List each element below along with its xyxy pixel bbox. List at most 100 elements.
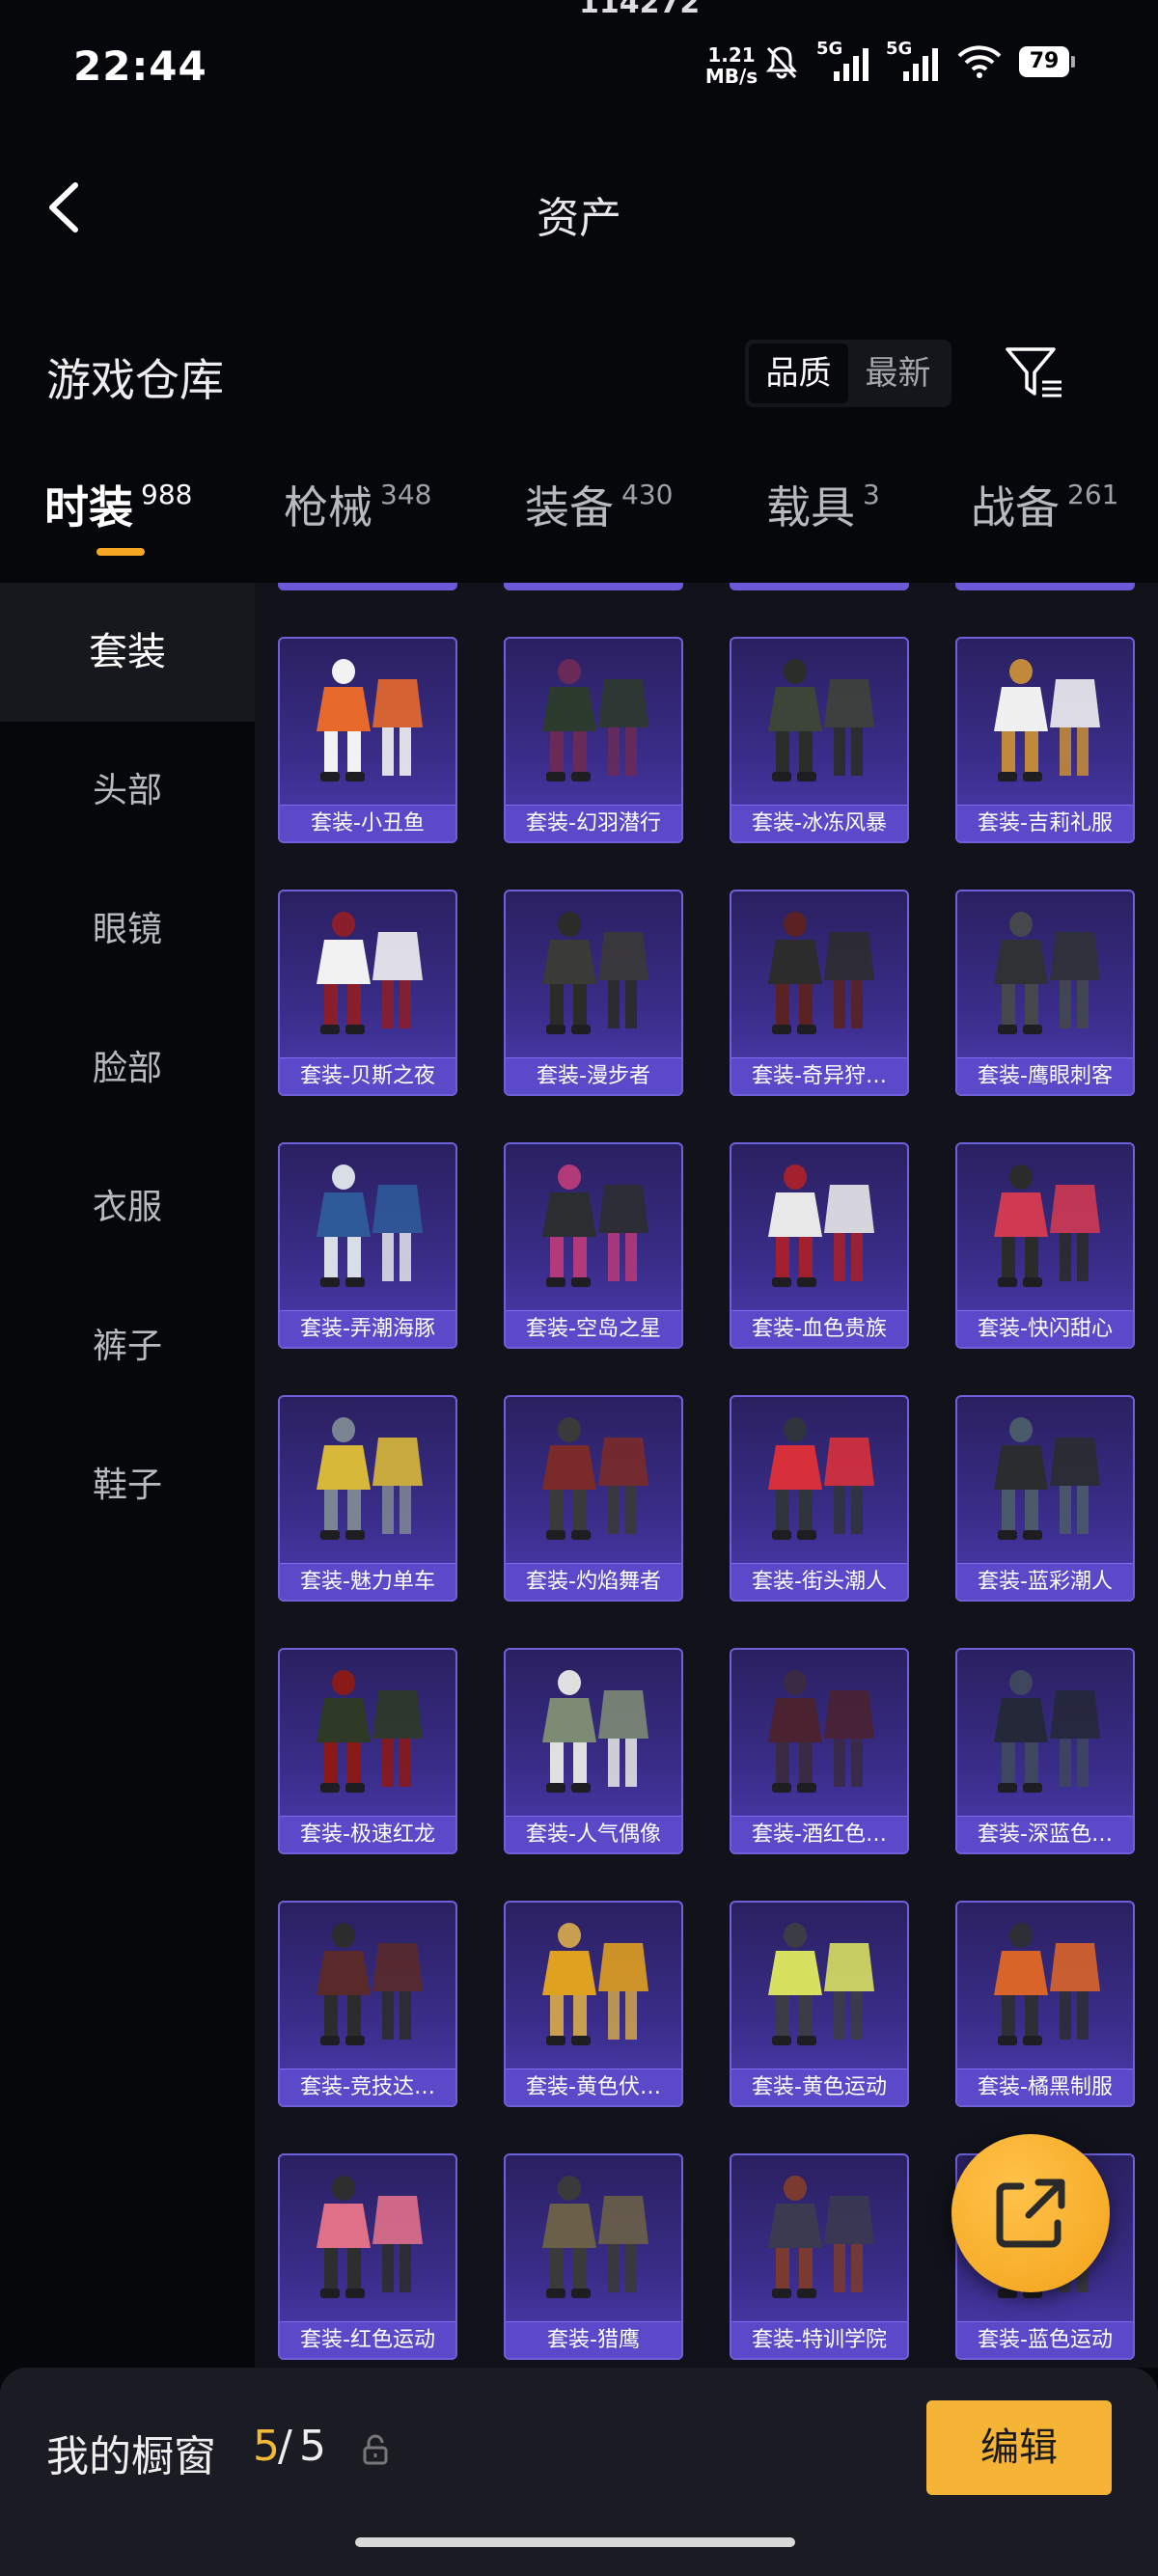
outfit-card[interactable]: 套装-血色贵族: [730, 1142, 909, 1349]
tab-vehicles[interactable]: 载具 3: [766, 473, 880, 536]
outfit-thumbnail: [542, 1923, 648, 2045]
tab-fashion[interactable]: 时装 988: [44, 473, 192, 536]
outfit-card[interactable]: 套装-深蓝色…: [955, 1648, 1135, 1854]
tab-weapons[interactable]: 枪械 348: [284, 473, 431, 536]
outfit-card[interactable]: 套装-极速红龙: [278, 1648, 457, 1854]
outfit-card[interactable]: 套装-黄色运动: [730, 1901, 909, 2107]
outfit-name: 套装-红色运动: [280, 2321, 455, 2358]
sidebar-item-pants[interactable]: 裤子: [0, 1277, 255, 1416]
outfit-card[interactable]: 套装-鹰眼刺客: [955, 890, 1135, 1096]
outfit-name: 套装-贝斯之夜: [280, 1057, 455, 1094]
outfit-card[interactable]: 套装-小丑鱼: [278, 637, 457, 843]
outfit-card[interactable]: 套装-贝斯之夜: [278, 890, 457, 1096]
outfit-thumbnail: [994, 1165, 1100, 1287]
outfit-thumbnail: [542, 659, 648, 781]
outfit-thumbnail: [542, 912, 648, 1034]
outfit-thumbnail: [317, 2176, 423, 2298]
tab-count: 348: [380, 479, 432, 510]
outfit-card[interactable]: 套装-快闪甜心: [955, 1142, 1135, 1349]
outfit-name: 套装-血色贵族: [731, 1310, 907, 1347]
tab-label: 载具: [766, 481, 855, 534]
outfit-card[interactable]: 套装-特训学院: [730, 2153, 909, 2360]
lock-icon: [363, 2434, 388, 2465]
outfit-card[interactable]: 套装-猎鹰: [504, 2153, 683, 2360]
tab-supplies[interactable]: 战备 261: [971, 473, 1118, 536]
section-title: 游戏仓库: [46, 354, 224, 406]
outfit-card[interactable]: 套装-奇异狩…: [730, 890, 909, 1096]
outfit-thumbnail: [317, 659, 423, 781]
outfit-name: 套装-冰冻风暴: [731, 805, 907, 841]
tab-label: 战备: [971, 481, 1060, 534]
outfit-thumbnail: [542, 1417, 648, 1540]
outfit-name: 套装-漫步者: [506, 1057, 681, 1094]
sidebar-item-face[interactable]: 脸部: [0, 1000, 255, 1138]
outfit-thumbnail: [317, 1670, 423, 1793]
edit-button[interactable]: 编辑: [926, 2400, 1112, 2495]
sidebar-item-suit[interactable]: 套装: [0, 583, 255, 722]
outfit-thumbnail: [768, 1670, 874, 1793]
outfit-card[interactable]: 套装-灼焰舞者: [504, 1395, 683, 1602]
outfit-card[interactable]: 套装-吉莉礼服: [955, 637, 1135, 843]
outfit-thumbnail: [994, 1417, 1100, 1540]
sidebar-item-shoes[interactable]: 鞋子: [0, 1416, 255, 1555]
outfit-thumbnail: [768, 659, 874, 781]
sidebar-item-head[interactable]: 头部: [0, 722, 255, 861]
filter-icon[interactable]: [1004, 343, 1065, 401]
showcase-total-count: 5: [299, 2422, 326, 2471]
showcase-separator: /: [278, 2422, 292, 2471]
outfit-thumbnail: [768, 1923, 874, 2045]
outfit-thumbnail: [768, 1165, 874, 1287]
home-indicator[interactable]: [355, 2537, 795, 2547]
outfit-name: 套装-酒红色…: [731, 1816, 907, 1852]
tab-equipment[interactable]: 装备 430: [525, 473, 673, 536]
outfit-thumbnail: [542, 2176, 648, 2298]
sort-option-newest[interactable]: 最新: [848, 343, 948, 403]
outfit-card[interactable]: 套装-冰冻风暴: [730, 637, 909, 843]
status-bar: 114272 22:44 1.21 MB/s 5G 5G 79: [0, 0, 1158, 135]
outfit-card[interactable]: 套装-幻羽潜行: [504, 637, 683, 843]
showcase-label: 我的橱窗: [46, 2432, 216, 2481]
outfit-name: 套装-蓝色运动: [957, 2321, 1133, 2358]
outfit-name: 套装-黄色伏…: [506, 2069, 681, 2105]
tab-count: 3: [863, 479, 880, 510]
tab-label: 时装: [44, 481, 133, 534]
outfit-card[interactable]: 套装-空岛之星: [504, 1142, 683, 1349]
outfit-thumbnail: [994, 1923, 1100, 2045]
sub-category-sidebar: 套装 头部 眼镜 脸部 衣服 裤子 鞋子: [0, 583, 255, 2368]
showcase-bar: 我的橱窗 5 / 5 编辑: [0, 2368, 1158, 2576]
mute-icon: [765, 46, 798, 79]
sort-option-quality[interactable]: 品质: [749, 343, 848, 403]
outfit-thumbnail: [317, 1417, 423, 1540]
wifi-icon: [957, 45, 1002, 78]
outfit-card[interactable]: 套装-弄潮海豚: [278, 1142, 457, 1349]
outfit-card[interactable]: 套装-魅力单车: [278, 1395, 457, 1602]
outfit-card[interactable]: 套装-红色运动: [278, 2153, 457, 2360]
outfit-card[interactable]: 套装-漫步者: [504, 890, 683, 1096]
previous-row-card-edge: [955, 583, 1135, 590]
outfit-name: 套装-灼焰舞者: [506, 1563, 681, 1600]
outfit-name: 套装-魅力单车: [280, 1563, 455, 1600]
sidebar-item-clothes[interactable]: 衣服: [0, 1138, 255, 1277]
outfit-card[interactable]: 套装-竞技达…: [278, 1901, 457, 2107]
outfit-card[interactable]: 套装-人气偶像: [504, 1648, 683, 1854]
outfit-thumbnail: [542, 1165, 648, 1287]
sort-toggle: 品质 最新: [745, 340, 951, 407]
outfit-card[interactable]: 套装-橘黑制服: [955, 1901, 1135, 2107]
outfit-name: 套装-街头潮人: [731, 1563, 907, 1600]
outfit-thumbnail: [317, 1923, 423, 2045]
outfit-card[interactable]: 套装-酒红色…: [730, 1648, 909, 1854]
outfit-name: 套装-特训学院: [731, 2321, 907, 2358]
outfit-thumbnail: [317, 1165, 423, 1287]
share-button[interactable]: [951, 2134, 1110, 2292]
outfit-name: 套装-猎鹰: [506, 2321, 681, 2358]
outfit-thumbnail: [994, 912, 1100, 1034]
signal-icon-sim1: 5G: [816, 39, 870, 81]
tab-count: 988: [141, 479, 193, 510]
outfit-card[interactable]: 套装-街头潮人: [730, 1395, 909, 1602]
tab-count: 430: [621, 479, 674, 510]
sidebar-item-glasses[interactable]: 眼镜: [0, 861, 255, 1000]
outfit-card[interactable]: 套装-蓝彩潮人: [955, 1395, 1135, 1602]
showcase-current-count: 5: [253, 2422, 280, 2471]
page-title: 资产: [537, 194, 621, 243]
outfit-card[interactable]: 套装-黄色伏…: [504, 1901, 683, 2107]
